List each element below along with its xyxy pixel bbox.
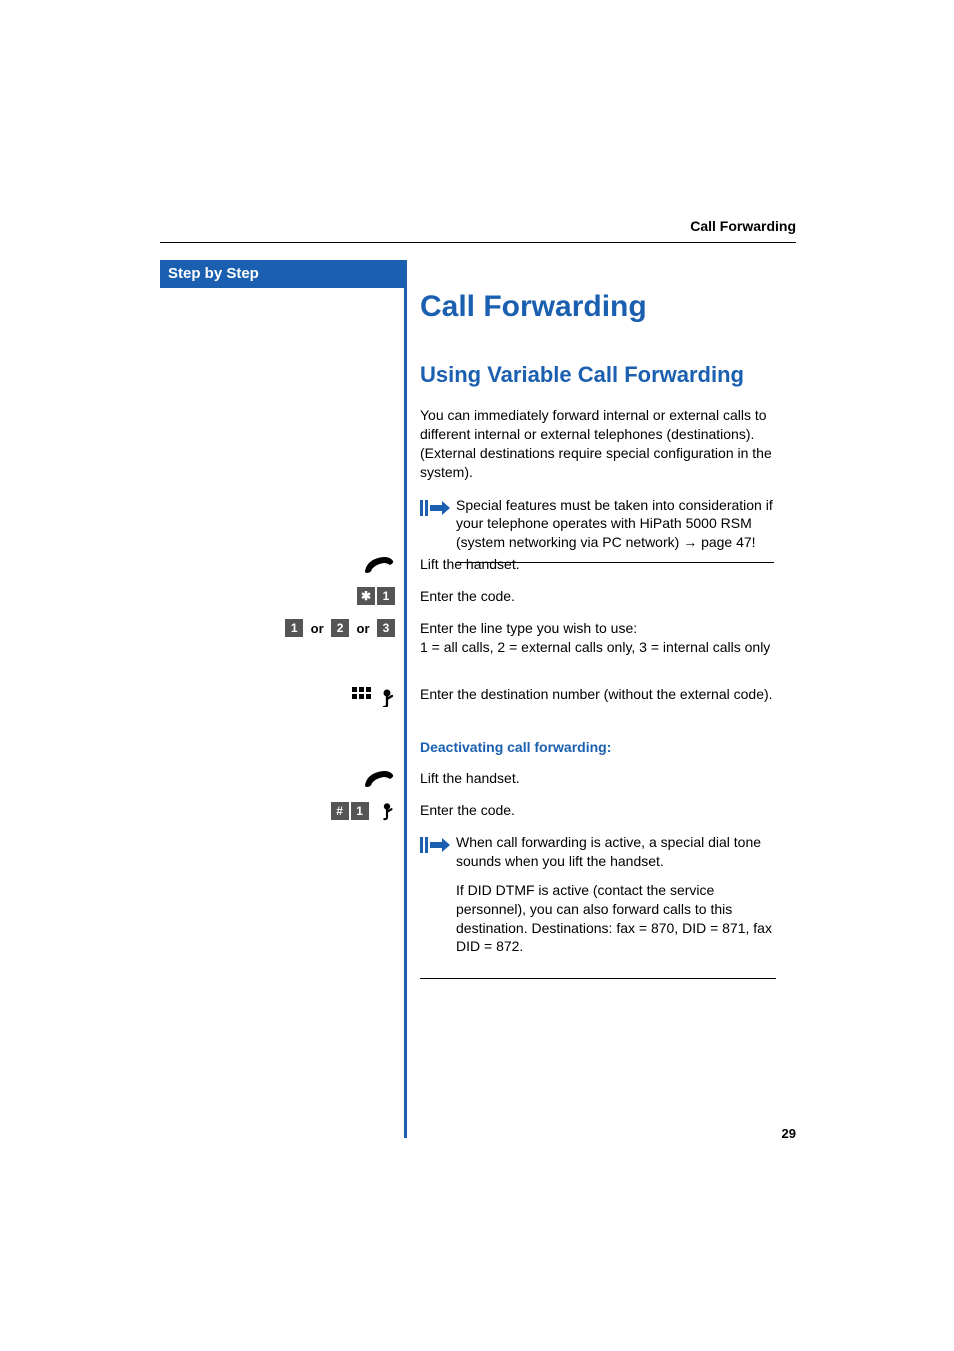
or-label: or [357,621,370,636]
step-line-type: 1 or 2 or 3 Enter the line type you wish… [160,619,776,675]
step-text: Enter the destination number (without th… [420,685,776,704]
key-3: 3 [377,619,395,637]
note-page-ref[interactable]: page 47! [701,534,756,550]
key-1: 1 [285,619,303,637]
arrow-icon: → [683,534,697,550]
note-special-features: Special features must be taken into cons… [456,496,774,564]
keys-star-1: ✱1 [160,587,396,605]
step-text: Lift the handset. [420,769,776,788]
step2-enter-code-hash1: #1 Enter the code. [160,801,776,823]
step-destination-number: Enter the destination number (without th… [160,685,776,725]
section-subtitle: Using Variable Call Forwarding [420,362,778,388]
note-dial-tone-did: When call forwarding is active, a specia… [420,833,776,979]
keypad-note-icon [160,685,396,707]
sidebar-step-by-step: Step by Step [160,260,407,288]
deactivating-heading: Deactivating call forwarding: [420,739,776,755]
page-title: Call Forwarding [420,290,778,324]
intro-paragraph: You can immediately forward internal or … [420,406,778,482]
key-hash: # [331,802,349,820]
note-arrow-icon [420,835,450,854]
step-lift-handset: Lift the handset. [160,555,776,577]
note2-p1: When call forwarding is active, a specia… [456,833,776,871]
keys-1-or-2-or-3: 1 or 2 or 3 [160,619,396,637]
key-2: 2 [331,619,349,637]
note2-p2: If DID DTMF is active (contact the servi… [456,881,776,957]
key-star: ✱ [357,587,375,605]
keys-hash-1-note: #1 [160,801,396,821]
page-number: 29 [782,1126,796,1141]
step-text: Enter the line type you wish to use: 1 =… [420,619,776,657]
step-text: Lift the handset. [420,555,776,574]
step-enter-code-star1: ✱1 Enter the code. [160,587,776,609]
or-label: or [311,621,324,636]
running-header: Call Forwarding [690,218,796,234]
handset-icon [160,555,396,575]
step2-lift-handset: Lift the handset. [160,769,776,791]
handset-icon [160,769,396,789]
note-arrow-icon [420,498,450,517]
key-1: 1 [377,587,395,605]
key-1: 1 [351,802,369,820]
step-text: Enter the code. [420,587,776,606]
step-text: Enter the code. [420,801,776,820]
